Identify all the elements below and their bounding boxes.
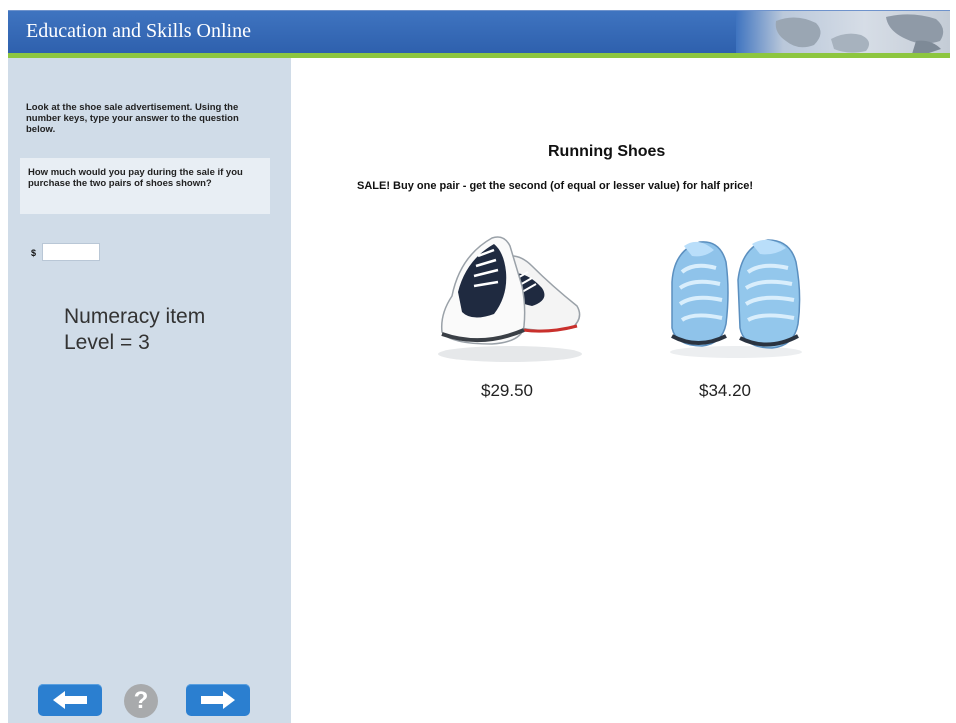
arrow-left-icon — [53, 691, 87, 709]
item-note: Numeracy item Level = 3 — [64, 304, 205, 356]
help-button[interactable]: ? — [124, 684, 158, 718]
arrow-right-icon — [201, 691, 235, 709]
ad-title: Running Shoes — [548, 143, 666, 160]
note-line-2: Level = 3 — [64, 331, 150, 354]
question-box: How much would you pay during the sale i… — [20, 158, 270, 214]
app-header: Education and Skills Online — [8, 10, 950, 54]
back-button[interactable] — [38, 684, 102, 716]
blue-shoes-image — [664, 232, 808, 365]
price-1: $29.50 — [481, 381, 533, 400]
app-title: Education and Skills Online — [26, 20, 251, 42]
currency-label: $ — [31, 248, 37, 258]
navy-shoes-image — [432, 226, 588, 371]
answer-input[interactable] — [42, 243, 100, 261]
price-2: $34.20 — [699, 381, 751, 400]
question-text: How much would you pay during the sale i… — [28, 167, 243, 189]
next-button[interactable] — [186, 684, 250, 716]
sale-text: SALE! Buy one pair - get the second (of … — [357, 180, 754, 192]
globe-graphic — [736, 11, 950, 54]
note-line-1: Numeracy item — [64, 305, 206, 328]
instructions-text: Look at the shoe sale advertisement. Usi… — [26, 102, 239, 135]
